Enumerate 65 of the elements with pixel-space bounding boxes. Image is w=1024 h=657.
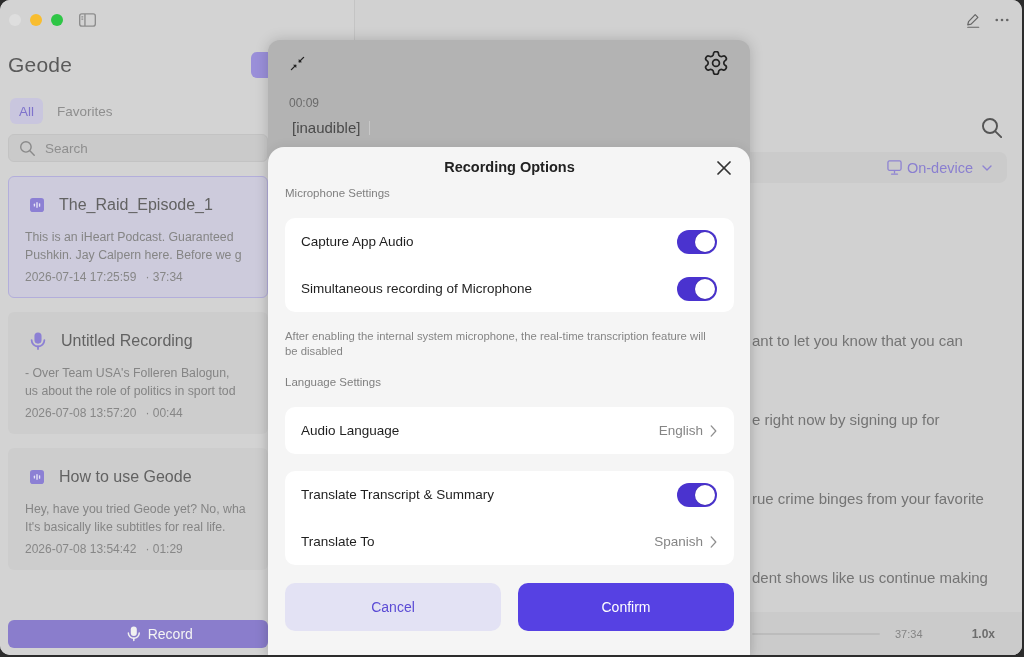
search-icon xyxy=(20,141,35,156)
setting-label: Simultaneous recording of Microphone xyxy=(301,281,533,296)
edit-icon[interactable] xyxy=(966,12,980,28)
chevron-right-icon xyxy=(710,535,717,548)
recording-title: Untitled Recording xyxy=(61,332,193,350)
app-title: Geode xyxy=(8,53,73,77)
recording-date: 2026-07-08 13:57:20 xyxy=(25,405,137,422)
live-transcript: [inaudible] xyxy=(292,119,361,137)
setting-value-picker[interactable]: Spanish xyxy=(654,534,717,549)
transcript-snippet: Hey, have you tried Geode yet? No, wha xyxy=(25,501,246,518)
setting-value-picker[interactable]: English xyxy=(658,423,717,438)
recording-card[interactable]: Untitled Recording - Over Team USA's Folleren Balogun, us about the role of politics in sport tod 2026-07-08 13:57:20 · 00:44 xyxy=(8,312,268,434)
setting-label: Capture App Audio xyxy=(301,234,414,249)
transcript-snippet: us about the role of politics in sport tod xyxy=(25,383,236,400)
settings-icon[interactable] xyxy=(704,51,728,75)
setting-label: Translate To xyxy=(301,534,375,549)
transcript-line: dent shows like us continue making xyxy=(752,569,988,587)
settings-note: After enabling the internal system microphone, the real-time transcription feature will be disabled xyxy=(285,329,707,359)
audio-file-icon xyxy=(30,198,44,212)
toggle-switch[interactable] xyxy=(677,276,717,301)
microphone-icon xyxy=(30,332,46,350)
elapsed-time: 00:09 xyxy=(288,96,321,110)
audio-file-icon xyxy=(30,470,44,484)
setting-label: Translate Transcript & Summary xyxy=(301,487,495,502)
close-icon[interactable] xyxy=(717,161,731,175)
transcript-line: rue crime binges from your favorite xyxy=(752,490,984,508)
transcript-snippet: - Over Team USA's Folleren Balogun, xyxy=(25,365,230,382)
filter-tab[interactable]: All xyxy=(10,98,43,124)
confirm-button[interactable]: Confirm xyxy=(518,583,734,631)
inward-arrows-icon[interactable] xyxy=(290,55,305,71)
transcript-line: e right now by signing up for xyxy=(752,411,940,429)
search-icon[interactable] xyxy=(981,117,1002,139)
filter-tab[interactable]: Favorites xyxy=(48,98,122,124)
cancel-button[interactable]: Cancel xyxy=(285,583,501,631)
recording-card[interactable]: How to use Geode Hey, have you tried Geode yet? No, wha It's basically like subtitles for real life. 2026-07-08 13:54:42 · 01:29 xyxy=(8,448,268,570)
recording-title: The_Raid_Episode_1 xyxy=(59,196,213,214)
recording-duration: · 00:44 xyxy=(145,405,183,422)
recording-date: 2026-07-14 17:25:59 xyxy=(25,269,137,286)
transcription-mode-dropdown[interactable]: On-device xyxy=(886,159,992,176)
recording-duration: · 37:34 xyxy=(145,269,183,286)
header-action-button[interactable] xyxy=(251,52,268,78)
chevron-right-icon xyxy=(710,424,717,437)
transcript-snippet: This is an iHeart Podcast. Guaranteed xyxy=(25,229,234,246)
search-field[interactable]: Search xyxy=(8,134,268,162)
microphone-icon xyxy=(127,626,141,642)
recording-card[interactable]: The_Raid_Episode_1 This is an iHeart Podcast. Guaranteed Pushkin. Jay Calpern here. Before we g 2026-07-14 17:25:59 · 37:34 xyxy=(8,176,268,298)
section-heading: Language Settings xyxy=(285,376,382,388)
toggle-switch[interactable] xyxy=(677,229,717,254)
transcript-snippet: It's basically like subtitles for real life. xyxy=(25,519,226,536)
dialog-title: Recording Options xyxy=(444,159,575,175)
toggle-switch[interactable] xyxy=(677,482,717,507)
section-heading: Microphone Settings xyxy=(285,187,391,199)
recording-duration: · 01:29 xyxy=(145,541,183,558)
more-icon[interactable] xyxy=(995,18,1009,22)
recording-title: How to use Geode xyxy=(59,468,192,486)
transcript-line: ant to let you know that you can xyxy=(752,332,963,350)
playback-speed[interactable]: 1.0x xyxy=(971,626,995,641)
sidebar-toggle-icon[interactable] xyxy=(79,13,96,27)
monitor-icon xyxy=(886,160,902,175)
chevron-down-icon xyxy=(982,164,992,171)
record-button[interactable]: Record xyxy=(8,620,268,648)
total-time: 37:34 xyxy=(895,627,923,640)
transcript-snippet: Pushkin. Jay Calpern here. Before we g xyxy=(25,247,242,264)
setting-label: Audio Language xyxy=(301,423,400,438)
recording-date: 2026-07-08 13:54:42 xyxy=(25,541,137,558)
